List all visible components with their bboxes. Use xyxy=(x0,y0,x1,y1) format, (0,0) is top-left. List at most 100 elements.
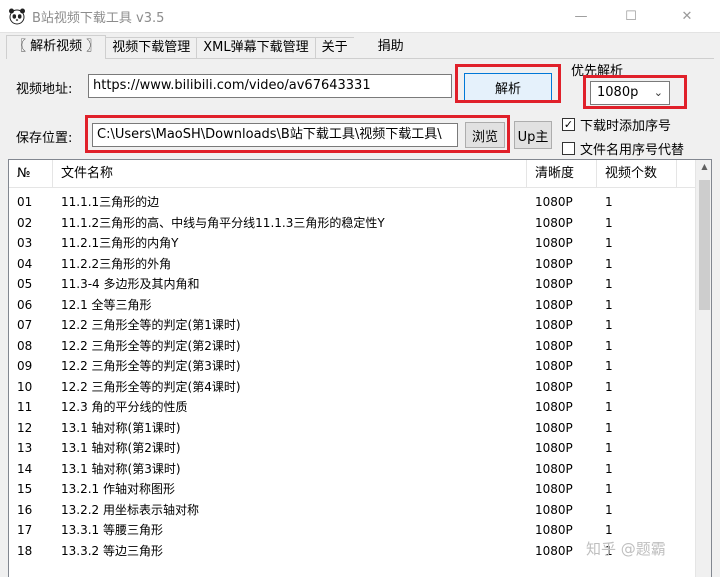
row-video-count: 1 xyxy=(605,379,613,394)
row-filename: 13.1 轴对称(第2课时) xyxy=(61,441,181,455)
table-row[interactable]: 06 12.1 全等三角形 1080P 1 xyxy=(9,295,695,316)
tab-donate[interactable]: 捐助 xyxy=(353,37,410,59)
add-sequence-checkbox[interactable]: ✓ 下载时添加序号 xyxy=(562,115,671,134)
row-number: 02 xyxy=(17,215,33,230)
row-number: 12 xyxy=(17,420,33,435)
row-filename: 12.2 三角形全等的判定(第1课时) xyxy=(61,318,241,332)
table-row[interactable]: 16 13.2.2 用坐标表示轴对称 1080P 1 xyxy=(9,500,695,521)
row-filename: 13.3.2 等边三角形 xyxy=(61,543,163,558)
vertical-scrollbar[interactable]: ▲ xyxy=(695,160,711,577)
video-list[interactable]: № 文件名称 清晰度 视频个数 01 11.1.1三角形的边 1080P 1 02 11.… xyxy=(8,159,712,577)
column-header-resolution[interactable]: 清晰度 xyxy=(527,160,597,188)
tab-xml-danmaku[interactable]: XML弹幕下载管理 xyxy=(196,37,316,59)
table-row[interactable]: 15 13.2.1 作轴对称图形 1080P 1 xyxy=(9,479,695,500)
row-filename: 13.2.1 作轴对称图形 xyxy=(61,482,175,496)
row-resolution: 1080P xyxy=(535,195,573,209)
table-row[interactable]: 09 12.2 三角形全等的判定(第3课时) 1080P 1 xyxy=(9,356,695,377)
row-video-count: 1 xyxy=(605,277,613,291)
row-filename: 11.1.2三角形的高、中线与角平分线11.1.3三角形的稳定性Y xyxy=(61,215,385,230)
row-filename: 11.2.2三角形的外角 xyxy=(61,256,172,271)
row-resolution: 1080P xyxy=(535,215,573,230)
row-video-count: 1 xyxy=(605,461,613,476)
uploader-button[interactable]: Up主 xyxy=(514,121,552,149)
save-path-input[interactable]: C:\Users\MaoSH\Downloads\B站下载工具\视频下载工具\ xyxy=(92,123,458,147)
row-resolution: 1080P xyxy=(535,256,573,271)
maximize-icon: ☐ xyxy=(625,8,637,24)
priority-resolution-select[interactable]: 1080p ⌄ xyxy=(590,81,670,105)
row-resolution: 1080P xyxy=(535,461,573,476)
row-video-count: 1 xyxy=(605,256,613,271)
table-row[interactable]: 12 13.1 轴对称(第1课时) 1080P 1 xyxy=(9,418,695,439)
row-filename: 13.3.1 等腰三角形 xyxy=(61,523,163,537)
checkbox-checked-icon: ✓ xyxy=(562,118,575,131)
client-area: 〖 解析视频 〗 视频下载管理 XML弹幕下载管理 关于 捐助 视频地址: ht… xyxy=(0,32,720,577)
maximize-button[interactable]: ☐ xyxy=(608,0,654,32)
row-filename: 12.1 全等三角形 xyxy=(61,297,152,312)
row-number: 13 xyxy=(17,441,33,455)
row-number: 09 xyxy=(17,359,33,373)
table-row[interactable]: 01 11.1.1三角形的边 1080P 1 xyxy=(9,192,695,213)
chevron-down-icon: ⌄ xyxy=(653,86,663,99)
row-video-count: 1 xyxy=(605,195,613,209)
row-resolution: 1080P xyxy=(535,420,573,435)
row-video-count: 1 xyxy=(605,400,613,414)
url-label: 视频地址: xyxy=(16,82,73,97)
row-filename: 11.3-4 多边形及其内角和 xyxy=(61,277,200,291)
row-number: 06 xyxy=(17,297,33,312)
row-number: 01 xyxy=(17,195,33,209)
table-row[interactable]: 08 12.2 三角形全等的判定(第2课时) 1080P 1 xyxy=(9,336,695,357)
table-row[interactable]: 10 12.2 三角形全等的判定(第4课时) 1080P 1 xyxy=(9,377,695,398)
row-number: 16 xyxy=(17,502,33,517)
row-video-count: 1 xyxy=(605,420,613,435)
table-row[interactable]: 02 11.1.2三角形的高、中线与角平分线11.1.3三角形的稳定性Y 1080P… xyxy=(9,213,695,234)
scroll-up-arrow-icon[interactable]: ▲ xyxy=(696,162,711,176)
scrollbar-thumb[interactable] xyxy=(699,180,710,310)
row-number: 05 xyxy=(17,277,33,291)
row-video-count: 1 xyxy=(605,297,613,312)
tab-download-manager[interactable]: 视频下载管理 xyxy=(105,37,198,59)
column-header-no[interactable]: № xyxy=(9,160,53,188)
close-icon: ✕ xyxy=(681,8,693,24)
row-number: 11 xyxy=(17,400,33,414)
tab-parse-video[interactable]: 〖 解析视频 〗 xyxy=(6,35,107,59)
row-number: 07 xyxy=(17,318,33,332)
sequence-filename-checkbox[interactable]: 文件名用序号代替 xyxy=(562,139,684,158)
row-number: 03 xyxy=(17,236,33,250)
minimize-icon: — xyxy=(574,8,588,24)
tab-strip: 〖 解析视频 〗 视频下载管理 XML弹幕下载管理 关于 捐助 xyxy=(6,35,410,59)
row-filename: 12.3 角的平分线的性质 xyxy=(61,400,188,414)
row-resolution: 1080P xyxy=(535,338,573,353)
checkbox-unchecked-icon xyxy=(562,142,575,155)
minimize-button[interactable]: — xyxy=(558,0,604,32)
row-number: 10 xyxy=(17,379,33,394)
row-number: 08 xyxy=(17,338,33,353)
row-number: 14 xyxy=(17,461,33,476)
column-header-count[interactable]: 视频个数 xyxy=(597,160,677,188)
table-row[interactable]: 11 12.3 角的平分线的性质 1080P 1 xyxy=(9,397,695,418)
row-filename: 12.2 三角形全等的判定(第2课时) xyxy=(61,338,241,353)
row-resolution: 1080P xyxy=(535,482,573,496)
url-input[interactable]: https://www.bilibili.com/video/av6764333… xyxy=(88,74,452,98)
table-row[interactable]: 13 13.1 轴对称(第2课时) 1080P 1 xyxy=(9,438,695,459)
table-row[interactable]: 14 13.1 轴对称(第3课时) 1080P 1 xyxy=(9,459,695,480)
table-row[interactable]: 04 11.2.2三角形的外角 1080P 1 xyxy=(9,254,695,275)
row-resolution: 1080P xyxy=(535,277,573,291)
table-row[interactable]: 05 11.3-4 多边形及其内角和 1080P 1 xyxy=(9,274,695,295)
parse-button[interactable]: 解析 xyxy=(464,73,552,101)
row-number: 18 xyxy=(17,543,33,558)
close-button[interactable]: ✕ xyxy=(664,0,710,32)
row-filename: 11.2.1三角形的内角Y xyxy=(61,236,179,250)
table-row[interactable]: 07 12.2 三角形全等的判定(第1课时) 1080P 1 xyxy=(9,315,695,336)
table-row[interactable]: 03 11.2.1三角形的内角Y 1080P 1 xyxy=(9,233,695,254)
save-label: 保存位置: xyxy=(16,131,73,146)
row-filename: 12.2 三角形全等的判定(第4课时) xyxy=(61,379,241,394)
row-resolution: 1080P xyxy=(535,400,573,414)
row-filename: 13.1 轴对称(第3课时) xyxy=(61,461,181,476)
row-filename: 13.1 轴对称(第1课时) xyxy=(61,420,181,435)
row-filename: 11.1.1三角形的边 xyxy=(61,195,160,209)
row-resolution: 1080P xyxy=(535,441,573,455)
tab-about[interactable]: 关于 xyxy=(314,37,355,59)
column-header-filename[interactable]: 文件名称 xyxy=(53,160,527,188)
row-video-count: 1 xyxy=(605,502,613,517)
browse-button[interactable]: 浏览 xyxy=(465,122,505,148)
